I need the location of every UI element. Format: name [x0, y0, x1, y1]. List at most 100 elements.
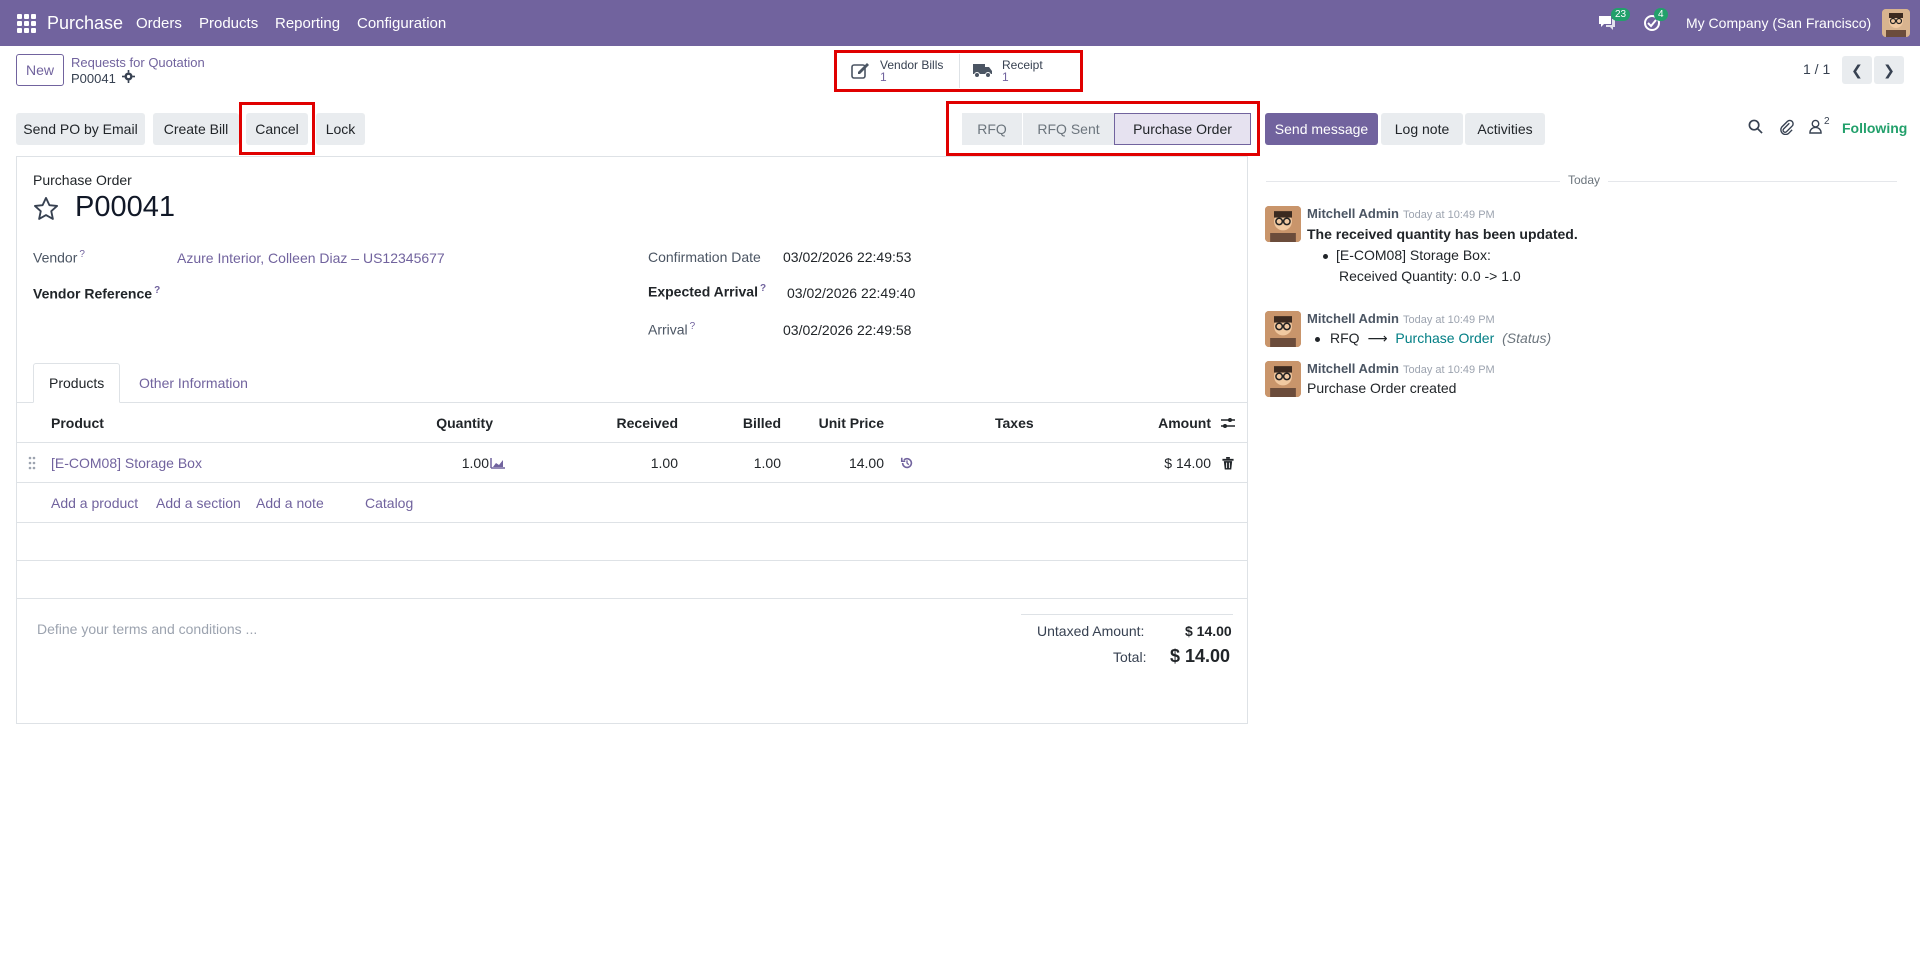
header-billed[interactable]: Billed — [706, 403, 781, 443]
vendor-reference-label: Vendor Reference? — [33, 285, 160, 302]
tab-other-information[interactable]: Other Information — [139, 363, 248, 403]
table-row[interactable]: [E-COM08] Storage Box 1.00 1.00 1.00 14.… — [16, 443, 1248, 483]
app-brand[interactable]: Purchase — [47, 0, 123, 46]
catalog-link[interactable]: Catalog — [365, 483, 413, 523]
message-author-name[interactable]: Mitchell Admin — [1307, 361, 1399, 376]
add-section-link[interactable]: Add a section — [156, 483, 241, 523]
header-taxes[interactable]: Taxes — [995, 403, 1034, 443]
vendor-help[interactable]: ? — [79, 249, 85, 260]
statusbar: RFQ RFQ Sent Purchase Order — [962, 113, 1251, 145]
expected-arrival-label: Expected Arrival? — [648, 283, 766, 300]
message-author-name[interactable]: Mitchell Admin — [1307, 206, 1399, 221]
stage-rfq[interactable]: RFQ — [962, 113, 1022, 145]
header-product[interactable]: Product — [51, 403, 104, 443]
pager-next-button[interactable]: ❯ — [1874, 56, 1904, 84]
receipt-smart-button[interactable]: Receipt 1 — [972, 54, 1068, 88]
untaxed-amount-value: $ 14.00 — [1185, 623, 1232, 639]
status-field: (Status) — [1502, 330, 1552, 346]
optional-columns-icon[interactable] — [1221, 403, 1235, 443]
paperclip-icon[interactable] — [1779, 119, 1794, 138]
header-quantity[interactable]: Quantity — [396, 403, 493, 443]
message-author: Mitchell Admin Today at 10:49 PM — [1307, 361, 1495, 376]
activities-icon[interactable] — [1643, 0, 1661, 46]
menu-products[interactable]: Products — [199, 0, 258, 46]
star-icon[interactable] — [32, 195, 60, 226]
confirmation-date-value[interactable]: 03/02/2026 22:49:53 — [783, 249, 911, 265]
date-separator-label: Today — [1560, 173, 1609, 187]
apps-menu-icon[interactable] — [17, 0, 37, 46]
header-unit-price[interactable]: Unit Price — [796, 403, 884, 443]
line-amount: $ 14.00 — [1164, 455, 1211, 471]
log-note-button[interactable]: Log note — [1381, 113, 1463, 145]
line-billed[interactable]: 1.00 — [706, 443, 781, 483]
line-received[interactable]: 1.00 — [576, 443, 678, 483]
send-message-button[interactable]: Send message — [1265, 113, 1378, 145]
total-label: Total: — [1113, 649, 1147, 665]
terms-conditions-input[interactable]: Define your terms and conditions ... — [37, 621, 257, 637]
messages-badge: 23 — [1611, 8, 1631, 21]
send-po-email-button[interactable]: Send PO by Email — [16, 113, 145, 145]
line-quantity[interactable]: 1.00 — [396, 443, 489, 483]
messages-icon[interactable] — [1597, 0, 1617, 46]
forecast-chart-icon[interactable] — [490, 443, 506, 483]
stage-purchase-order[interactable]: Purchase Order — [1114, 113, 1251, 145]
add-note-link[interactable]: Add a note — [256, 483, 324, 523]
vendor-bills-count: 1 — [880, 70, 887, 84]
following-toggle[interactable]: Following — [1842, 120, 1907, 136]
avatar[interactable] — [1265, 311, 1301, 347]
message-time: Today at 10:49 PM — [1402, 209, 1495, 221]
status-from: RFQ — [1330, 330, 1360, 346]
receipt-count: 1 — [1002, 70, 1009, 84]
total-value: $ 14.00 — [1170, 646, 1231, 666]
expected-arrival-value[interactable]: 03/02/2026 22:49:40 — [787, 285, 915, 301]
arrival-help[interactable]: ? — [690, 321, 696, 332]
add-product-link[interactable]: Add a product — [51, 483, 138, 523]
arrival-value[interactable]: 03/02/2026 22:49:58 — [783, 322, 911, 338]
trash-icon[interactable] — [1222, 443, 1234, 483]
vendor-bills-label: Vendor Bills — [880, 58, 944, 72]
new-button[interactable]: New — [16, 54, 64, 86]
tab-products[interactable]: Products — [33, 363, 121, 403]
tracked-item: [E-COM08] Storage Box: — [1336, 247, 1491, 263]
message-author-name[interactable]: Mitchell Admin — [1307, 311, 1399, 326]
search-icon[interactable] — [1748, 119, 1763, 137]
lock-button[interactable]: Lock — [316, 113, 365, 145]
top-navbar: Purchase Orders Products Reporting Confi… — [0, 0, 1920, 46]
gear-icon[interactable] — [121, 70, 135, 86]
order-name: P00041 — [75, 191, 175, 223]
empty-row — [16, 561, 1248, 599]
message-title: The received quantity has been updated. — [1307, 226, 1578, 242]
header-received[interactable]: Received — [576, 403, 678, 443]
drag-handle-icon[interactable] — [28, 443, 36, 483]
breadcrumb-rfq[interactable]: Requests for Quotation — [71, 55, 205, 70]
header-amount[interactable]: Amount — [1116, 403, 1211, 443]
stage-rfq-sent[interactable]: RFQ Sent — [1022, 113, 1114, 145]
avatar[interactable] — [1265, 206, 1301, 242]
followers-icon[interactable] — [1809, 119, 1822, 137]
menu-orders[interactable]: Orders — [136, 0, 182, 46]
vendor-field[interactable]: Azure Interior, Colleen Diaz – US1234567… — [177, 250, 445, 266]
pager-previous-button[interactable]: ❮ — [1842, 56, 1872, 84]
untaxed-amount-label: Untaxed Amount: — [1037, 623, 1145, 639]
user-avatar[interactable] — [1882, 9, 1910, 37]
menu-configuration[interactable]: Configuration — [357, 0, 446, 46]
vendor-bills-smart-button[interactable]: Vendor Bills 1 — [850, 54, 960, 88]
cancel-button[interactable]: Cancel — [246, 113, 308, 145]
vendor-reference-help[interactable]: ? — [154, 285, 160, 296]
company-switcher[interactable]: My Company (San Francisco) — [1686, 0, 1871, 46]
history-icon[interactable] — [900, 443, 914, 483]
bullet — [1315, 336, 1320, 342]
bullet — [1323, 253, 1328, 259]
line-product[interactable]: [E-COM08] Storage Box — [51, 443, 202, 483]
totals-divider — [1021, 614, 1233, 615]
activities-badge: 4 — [1654, 8, 1668, 21]
line-unit-price[interactable]: 14.00 — [796, 443, 884, 483]
expected-arrival-label-text: Expected Arrival — [648, 283, 758, 300]
expected-arrival-help[interactable]: ? — [760, 283, 766, 294]
activities-button[interactable]: Activities — [1465, 113, 1545, 145]
avatar[interactable] — [1265, 361, 1301, 397]
message-body: Purchase Order created — [1307, 380, 1457, 396]
menu-reporting[interactable]: Reporting — [275, 0, 340, 46]
create-bill-button[interactable]: Create Bill — [153, 113, 239, 145]
message-author: Mitchell Admin Today at 10:49 PM — [1307, 311, 1495, 326]
